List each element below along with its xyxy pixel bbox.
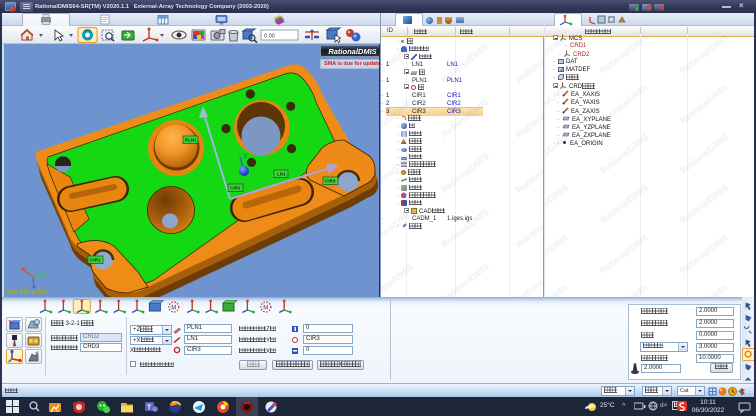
svg-text:M: M	[263, 306, 268, 312]
svg-text:LN1: LN1	[277, 172, 286, 177]
svg-text:2: 2	[244, 154, 247, 160]
svg-text:CIR1: CIR1	[90, 258, 101, 263]
svg-text:CIR3: CIR3	[325, 179, 336, 184]
svg-text:T: T	[147, 404, 152, 411]
svg-text:M: M	[171, 306, 176, 312]
svg-text:480.3/8.4 fps: 480.3/8.4 fps	[6, 289, 48, 296]
svg-text:CIR2: CIR2	[230, 186, 241, 191]
svg-text:PLN1: PLN1	[185, 138, 197, 143]
svg-text:0.00: 0.00	[264, 34, 275, 40]
